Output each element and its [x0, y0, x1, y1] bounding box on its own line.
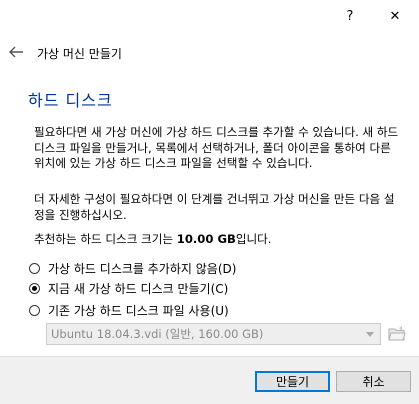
radio-existing-disk[interactable] [29, 305, 40, 316]
recommend-prefix: 추천하는 하드 디스크 크기는 [34, 232, 177, 246]
create-button[interactable]: 만들기 [255, 371, 330, 392]
close-button[interactable]: ✕ [375, 0, 415, 32]
back-arrow-icon[interactable] [8, 45, 24, 59]
page-heading: 하드 디스크 [28, 91, 113, 110]
option-no-disk-label: 가상 하드 디스크를 추가하지 않음(D) [48, 262, 237, 276]
folder-icon[interactable] [388, 325, 406, 343]
advanced-paragraph: 더 자세한 구성이 필요하다면 이 단계를 건너뛰고 가상 머신을 만든 다음 … [34, 192, 395, 222]
cancel-button[interactable]: 취소 [336, 371, 411, 392]
existing-disk-selected: Ubuntu 18.04.3.vdi (일반, 160.00 GB) [51, 327, 264, 341]
chevron-down-icon [366, 332, 374, 337]
option-existing-disk[interactable]: 기존 가상 하드 디스크 파일 사용(U) [29, 302, 229, 319]
radio-no-disk[interactable] [29, 263, 40, 274]
recommend-suffix: 입니다. [235, 232, 272, 246]
wizard-title: 가상 머신 만들기 [37, 47, 122, 61]
option-existing-disk-label: 기존 가상 하드 디스크 파일 사용(U) [48, 304, 229, 318]
option-create-disk-label: 지금 새 가상 하드 디스크 만들기(C) [48, 282, 229, 296]
existing-disk-select[interactable]: Ubuntu 18.04.3.vdi (일반, 160.00 GB) [46, 323, 381, 345]
recommended-size-text: 추천하는 하드 디스크 크기는 10.00 GB입니다. [34, 232, 404, 248]
radio-create-disk[interactable] [29, 283, 40, 294]
intro-paragraph: 필요하다면 새 가상 머신에 가상 하드 디스크를 추가할 수 있습니다. 새 … [34, 125, 399, 170]
help-button[interactable]: ? [330, 0, 370, 32]
option-create-disk[interactable]: 지금 새 가상 하드 디스크 만들기(C) [29, 280, 228, 297]
option-no-disk[interactable]: 가상 하드 디스크를 추가하지 않음(D) [29, 260, 236, 277]
recommended-size-value: 10.00 GB [176, 232, 236, 246]
